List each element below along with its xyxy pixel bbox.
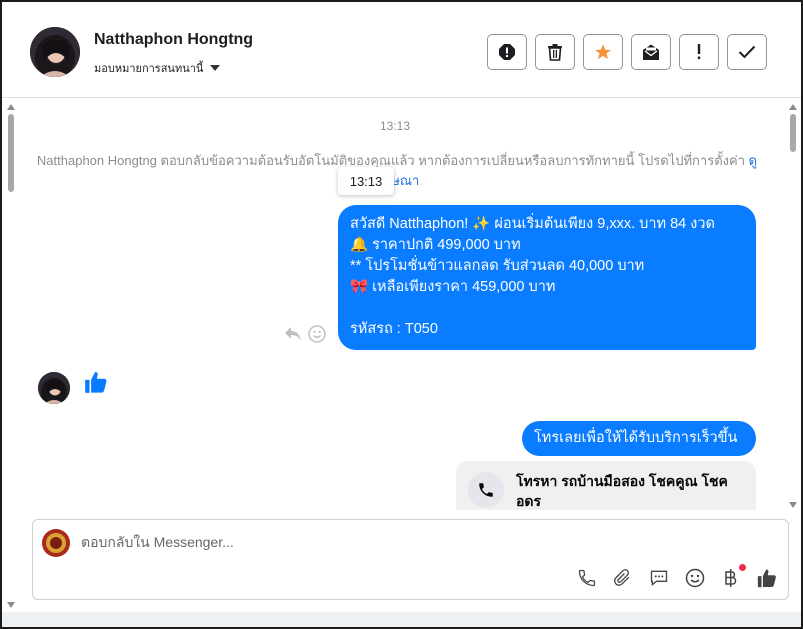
message-line: สวัสดี Natthaphon! ✨ ผ่อนเริ่มต้นเพียง 9… <box>350 216 715 232</box>
scroll-thumb[interactable] <box>8 114 14 192</box>
thread-scrollbar[interactable] <box>788 102 798 510</box>
left-scrollbar[interactable] <box>6 102 16 610</box>
conversation-header: Natthaphon Hongtng มอบหมายการสนทนานี้ <box>2 2 801 98</box>
thread-timestamp: 13:13 <box>379 119 411 133</box>
attachment-icon <box>614 569 630 586</box>
attach-button[interactable] <box>612 567 634 589</box>
emoji-button[interactable] <box>684 567 706 589</box>
contact-avatar-small[interactable] <box>38 372 70 404</box>
scroll-thumb[interactable] <box>790 114 796 152</box>
message-line: ** โปรโมชั่นข้าวแลกลด รับส่วนลด 40,000 บ… <box>350 258 645 274</box>
assign-conversation-dropdown[interactable]: มอบหมายการสนทนานี้ <box>94 59 221 77</box>
reply-input[interactable] <box>81 534 681 550</box>
emoji-icon <box>685 568 705 588</box>
message-line: รหัสรถ : T050 <box>350 321 438 337</box>
like-icon <box>757 569 776 588</box>
reply-icon[interactable] <box>284 326 302 342</box>
report-spam-button[interactable] <box>487 34 527 70</box>
check-icon <box>738 45 756 59</box>
outgoing-message-bubble[interactable]: สวัสดี Natthaphon! ✨ ผ่อนเริ่มต้นเพียง 9… <box>338 205 756 350</box>
saved-reply-icon <box>650 570 668 587</box>
mark-done-button[interactable] <box>727 34 767 70</box>
reply-composer <box>32 519 789 600</box>
mark-unread-icon <box>643 44 659 60</box>
follow-up-button[interactable] <box>679 34 719 70</box>
payment-button[interactable] <box>720 564 746 589</box>
caret-down-icon <box>210 65 221 71</box>
scroll-down-arrow[interactable] <box>789 502 797 508</box>
system-note-text: Natthaphon Hongtng ตอบกลับข้อความต้อนรับ… <box>36 153 745 168</box>
message-thread: 13:13 Natthaphon Hongtng ตอบกลับข้อความต… <box>2 99 788 510</box>
page-avatar <box>42 529 70 557</box>
time-tooltip: 13:13 <box>338 167 394 195</box>
baht-payment-icon <box>725 569 737 587</box>
call-circle <box>468 472 504 508</box>
star-button[interactable] <box>583 34 623 70</box>
react-emoji-icon[interactable] <box>308 325 326 343</box>
message-line: 🎀 เหลือเพียงราคา 459,000 บาท <box>350 279 556 295</box>
send-like-button[interactable] <box>756 567 778 589</box>
scroll-up-arrow[interactable] <box>789 104 797 110</box>
delete-button[interactable] <box>535 34 575 70</box>
assign-conversation-label: มอบหมายการสนทนานี้ <box>94 63 204 75</box>
message-line: 🔔 ราคาปกติ 499,000 บาท <box>350 237 521 253</box>
phone-icon <box>479 483 493 497</box>
contact-avatar[interactable] <box>30 27 80 77</box>
star-icon <box>595 44 611 60</box>
scroll-down-arrow[interactable] <box>7 602 15 608</box>
header-actions <box>487 34 767 70</box>
call-prompt-bubble[interactable]: โทรเลยเพื่อให้ได้รับบริการเร็วขึ้น <box>522 421 756 456</box>
incoming-like-sticker[interactable] <box>83 369 109 400</box>
call-card-label: โทรหา รถบ้านมือสอง โชคคูณ โชคอดร <box>516 473 728 509</box>
contact-name[interactable]: Natthaphon Hongtng <box>94 31 253 49</box>
window-bottom-edge <box>2 612 801 627</box>
saved-replies-button[interactable] <box>648 567 670 589</box>
composer-toolbar <box>576 564 778 589</box>
messenger-conversation-window: Natthaphon Hongtng มอบหมายการสนทนานี้ 13… <box>0 0 803 629</box>
call-button[interactable] <box>576 567 598 589</box>
alert-icon <box>499 44 515 60</box>
exclamation-icon <box>697 44 701 60</box>
mark-unread-button[interactable] <box>631 34 671 70</box>
phone-icon <box>578 569 596 587</box>
thumbs-up-icon <box>85 372 107 393</box>
message-hover-tools <box>284 325 326 343</box>
call-button-card[interactable]: โทรหา รถบ้านมือสอง โชคคูณ โชคอดร <box>456 461 756 510</box>
scroll-up-arrow[interactable] <box>7 104 15 110</box>
auto-reply-system-note: Natthaphon Hongtng ตอบกลับข้อความต้อนรับ… <box>32 151 762 191</box>
trash-icon <box>548 44 562 61</box>
notification-dot <box>739 564 746 571</box>
